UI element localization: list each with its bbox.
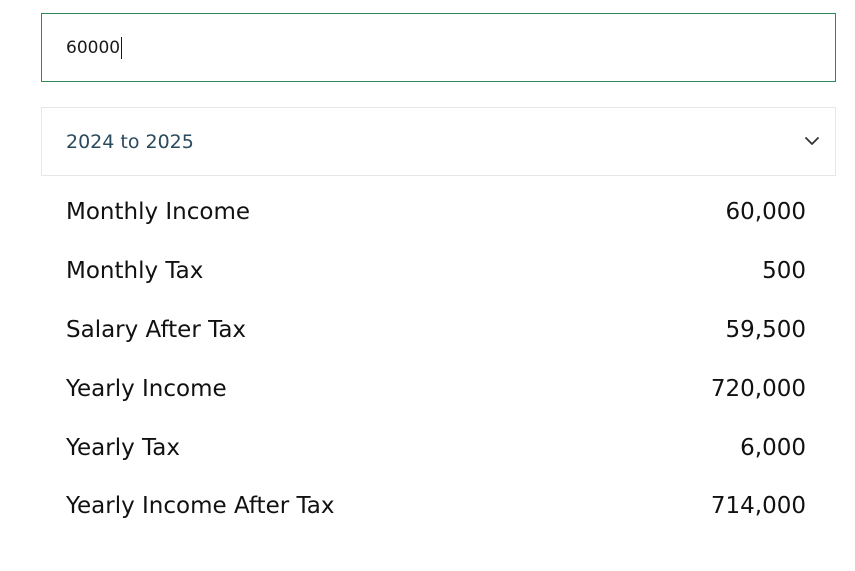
result-label: Yearly Tax [66, 434, 180, 461]
tax-year-selected-value: 2024 to 2025 [66, 130, 194, 153]
income-input[interactable]: 60000 [41, 13, 836, 82]
result-value: 500 [762, 258, 806, 285]
text-caret [121, 36, 123, 59]
result-row-salary-after-tax: Salary After Tax 59,500 [66, 301, 806, 360]
income-input-value: 60000 [66, 37, 121, 58]
result-label: Monthly Income [66, 199, 251, 226]
result-value: 720,000 [710, 375, 806, 402]
result-row-monthly-income: Monthly Income 60,000 [66, 183, 806, 242]
tax-calculator: 60000 2024 to 2025 Monthly Income 60,000… [0, 0, 855, 571]
tax-year-select[interactable]: 2024 to 2025 [41, 107, 836, 176]
result-row-yearly-income-after-tax: Yearly Income After Tax 714,000 [66, 477, 806, 536]
chevron-down-icon [805, 135, 819, 149]
result-value: 60,000 [725, 199, 806, 226]
results-list: Monthly Income 60,000 Monthly Tax 500 Sa… [66, 183, 806, 536]
result-label: Yearly Income After Tax [66, 493, 335, 520]
result-value: 59,500 [725, 316, 806, 343]
result-label: Salary After Tax [66, 316, 247, 343]
result-label: Yearly Income [66, 375, 227, 402]
result-value: 714,000 [710, 493, 806, 520]
result-row-yearly-income: Yearly Income 720,000 [66, 359, 806, 418]
result-label: Monthly Tax [66, 258, 204, 285]
result-value: 6,000 [740, 434, 806, 461]
result-row-monthly-tax: Monthly Tax 500 [66, 242, 806, 301]
result-row-yearly-tax: Yearly Tax 6,000 [66, 418, 806, 477]
